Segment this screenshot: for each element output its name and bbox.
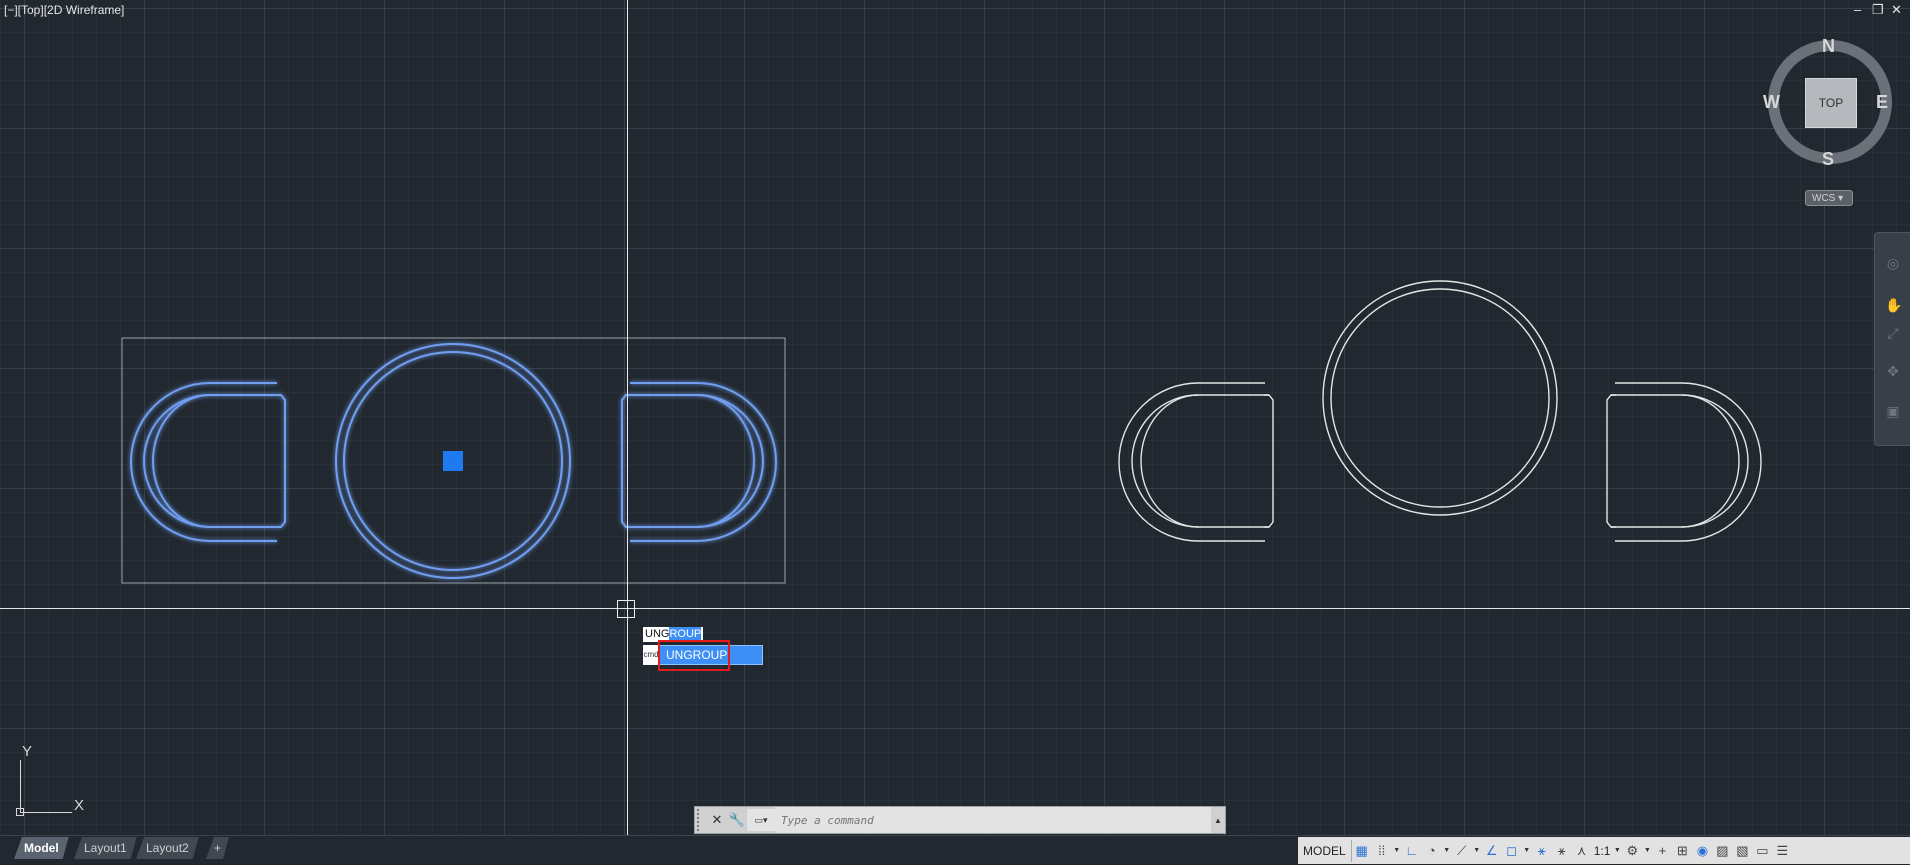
model-space-button[interactable]: MODEL [1298, 839, 1352, 862]
compass-east[interactable]: E [1876, 92, 1888, 113]
ortho-icon[interactable]: ∟ [1402, 840, 1422, 862]
viewcube-top-face[interactable]: TOP [1805, 78, 1857, 128]
zoom-icon[interactable]: ⤢ [1885, 325, 1901, 341]
isolate-objects-icon[interactable]: ▨ [1712, 840, 1732, 862]
ucs-x-axis [20, 812, 72, 813]
recent-commands-icon[interactable]: ▭▾ [747, 809, 775, 831]
crosshair-horizontal [0, 608, 1910, 609]
ucs-y-axis [20, 760, 21, 812]
ucs-y-label: Y [22, 743, 33, 760]
chair-left-selected [130, 382, 286, 542]
grid-icon[interactable]: ▦ [1352, 840, 1372, 862]
chair-left [1118, 382, 1274, 542]
tab-layout1[interactable]: Layout1 [74, 837, 137, 859]
compass-south[interactable]: S [1822, 149, 1834, 170]
tab-model[interactable]: Model [14, 837, 69, 859]
ucs-origin-icon [16, 808, 24, 816]
annotation-visibility-icon[interactable]: ⚹ [1532, 840, 1552, 862]
pan-icon[interactable]: ✋ [1885, 297, 1902, 313]
annotation-scale-value[interactable]: 1:1 [1592, 844, 1613, 858]
command-line-grip[interactable] [697, 809, 707, 831]
compass-west[interactable]: W [1763, 92, 1780, 113]
wrench-icon[interactable]: 🔧 [727, 812, 747, 828]
showmotion-icon[interactable]: ▣ [1885, 403, 1901, 419]
orbit-icon[interactable]: ✥ [1885, 363, 1901, 379]
close-icon[interactable]: ✕ [707, 812, 727, 828]
polar-icon[interactable]: ◔ [1422, 840, 1442, 862]
status-bar: MODEL ▦ ⁞⁞ ▼ ∟ ◔ ▼ ⟋ ▼ ∠ ◻ ▼ ⚹ ⚹ ⋏ 1:1 ▼… [1298, 837, 1910, 864]
snap-icon[interactable]: ⁞⁞ [1372, 840, 1392, 862]
tab-layout2[interactable]: Layout2 [136, 837, 199, 859]
compass-north[interactable]: N [1822, 36, 1835, 57]
autocomplete-side-tab: cmd [643, 645, 659, 665]
annotation-scale-icon[interactable]: ⋏ [1572, 840, 1592, 862]
workspace-gear-icon[interactable]: ⚙ [1622, 840, 1642, 862]
clean-screen-icon[interactable]: ▭ [1752, 840, 1772, 862]
table [1322, 280, 1558, 516]
command-input[interactable] [775, 807, 1211, 833]
command-history-icon[interactable]: ▲ [1211, 816, 1225, 825]
crosshair-pickbox [617, 600, 635, 618]
autoscale-icon[interactable]: ⚹ [1552, 840, 1572, 862]
object-snap-icon[interactable]: ◻ [1502, 840, 1522, 862]
unselected-set [1118, 280, 1762, 542]
object-snap-dropdown-icon[interactable]: ▼ [1522, 847, 1532, 854]
hardware-acceleration-icon[interactable]: ▧ [1732, 840, 1752, 862]
units-icon[interactable]: ⊞ [1672, 840, 1692, 862]
wcs-label: WCS [1812, 193, 1836, 204]
chair-right [1606, 382, 1762, 542]
wcs-menu[interactable]: WCS ▾ [1805, 190, 1853, 206]
steering-wheel-icon[interactable]: ◎ [1885, 255, 1901, 271]
crosshair-vertical [627, 0, 628, 835]
navigation-bar[interactable]: ◎ ✋ ⤢ ✥ ▣ [1874, 232, 1910, 446]
customization-menu-icon[interactable]: ☰ [1772, 840, 1792, 862]
snap-dropdown-icon[interactable]: ▼ [1392, 847, 1402, 854]
scale-dropdown-icon[interactable]: ▼ [1612, 847, 1622, 854]
bottom-bar: Model Layout1 Layout2 + MODEL ▦ ⁞⁞ ▼ ∟ ◔… [0, 835, 1910, 865]
annotation-monitor-icon[interactable]: + [1652, 840, 1672, 862]
drawing-geometry [121, 280, 1762, 584]
isodraft-dropdown-icon[interactable]: ▼ [1472, 847, 1482, 854]
highlight-annotation [658, 640, 730, 671]
workspace-dropdown-icon[interactable]: ▼ [1642, 847, 1652, 854]
polar-dropdown-icon[interactable]: ▼ [1442, 847, 1452, 854]
add-layout-button[interactable]: + [206, 837, 229, 859]
group-grip [443, 451, 463, 471]
object-snap-tracking-icon[interactable]: ∠ [1482, 840, 1502, 862]
command-line: ✕ 🔧 ▭▾ ▲ [694, 806, 1226, 834]
drawing-viewport[interactable]: [−][Top][2D Wireframe] ‒ ❐ ✕ UNG ROUP cm… [0, 0, 1910, 835]
chair-right-selected [621, 382, 777, 542]
isodraft-icon[interactable]: ⟋ [1452, 840, 1472, 862]
ucs-x-label: X [74, 797, 85, 814]
quick-properties-icon[interactable]: ◉ [1692, 840, 1712, 862]
